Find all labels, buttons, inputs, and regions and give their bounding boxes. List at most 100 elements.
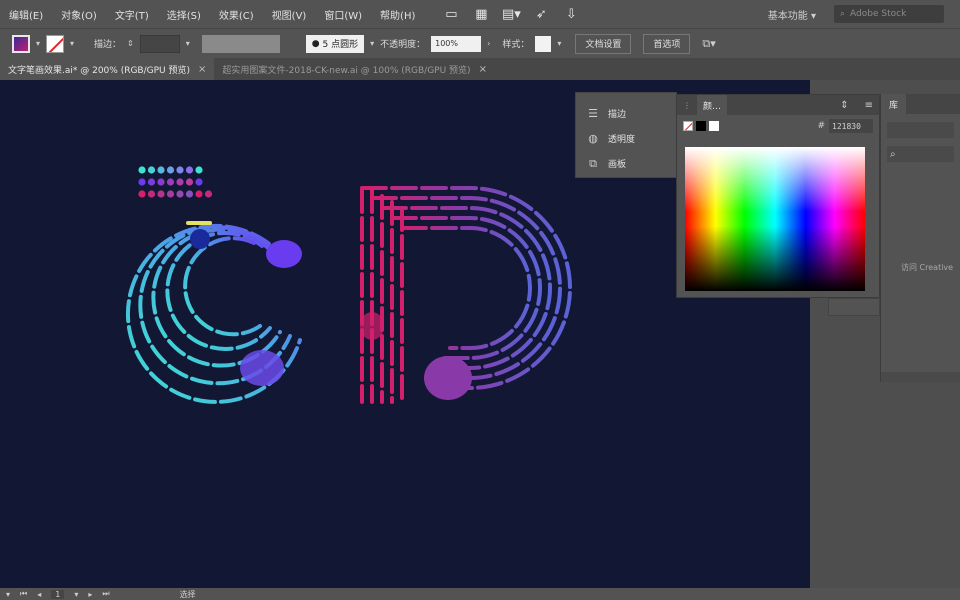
library-dropdown[interactable] [887,122,954,138]
swatch-dot [147,190,156,198]
c-brush-blob-bottom [240,350,284,386]
stroke-weight-field[interactable] [139,34,180,53]
tab-color[interactable]: 颜… [697,95,728,115]
library-hint-text: 访问 Creative [901,263,954,272]
status-bar: ▾ ⏮ ◂ 1 ▾ ▸ ⏭ 选择 [0,588,960,600]
tab-libraries[interactable]: 库 [881,94,907,114]
artboard-number-field[interactable]: 1 [51,589,65,599]
tab-pattern-document[interactable]: 超实用图案文件-2018-CK-new.ai @ 100% (RGB/GPU 预… [214,58,495,80]
workspace-switcher[interactable]: 基本功能 ▾ [768,7,816,22]
swatch-dot [185,166,194,174]
close-icon[interactable]: × [479,64,487,75]
black-swatch[interactable] [696,121,706,131]
stroke-lines-icon: ☰ [588,107,598,120]
opacity-label: 不透明度： [380,40,426,50]
control-bar: ▾ ▾ 描边： ⇕ ▾ ● 5 点圆形 ▾ 不透明度： 100% › 样式： ▾… [0,28,960,58]
preferences-button[interactable]: 首选项 [643,33,691,54]
stock-search-input[interactable]: ⌕ Adobe Stock [834,5,944,23]
artboard-icon: ⧉ [589,156,597,170]
chevron-down-icon[interactable]: ▾ [74,590,78,599]
swatch-dot [166,190,175,198]
menu-effect[interactable]: 效果(C) [210,7,263,22]
menu-select[interactable]: 选择(S) [158,7,210,22]
swatch-dot [166,178,175,186]
libraries-panel: 库 ⌕ 访问 Creative [880,94,960,382]
color-spectrum[interactable] [685,147,865,291]
prev-artboard-icon[interactable]: ◂ [37,590,41,599]
tab-active-document[interactable]: 文字笔画效果.ai* @ 200% (RGB/GPU 预览) × [0,58,215,80]
brush-dot-icon: ● [311,38,323,49]
document-setup-button[interactable]: 文档设置 [575,33,632,54]
chevron-down-icon[interactable]: ▾ [186,39,190,48]
graphic-style-swatch[interactable] [535,35,552,52]
chevron-down-icon[interactable]: ▾ [557,39,561,48]
menu-edit[interactable]: 编辑(E) [0,7,52,22]
color-panel-header: ⋮ 颜… ⇕ ≡ [677,95,879,115]
search-icon: ⌕ [890,148,896,160]
swatch-dot [138,166,146,174]
swatch-dot [176,178,184,186]
panel-stepper-icon[interactable]: ⇕ [840,100,848,111]
publish-icon[interactable]: ⇩ [562,5,580,23]
swatch-dot [157,166,165,174]
swatch-dot [195,178,203,186]
tab-label: 文字笔画效果.ai* @ 200% (RGB/GPU 预览) [8,65,190,76]
none-swatch[interactable] [683,121,693,131]
rocket-icon[interactable]: ➶ [532,5,550,23]
library-search-input[interactable]: ⌕ [887,146,954,162]
chevron-down-icon[interactable]: ▾ [370,39,374,48]
d-brush-blob [424,356,472,400]
swatch-dot [185,178,194,186]
color-swatch-row: # 121830 [677,115,879,137]
swatch-dot [185,190,194,198]
current-tool-name: 选择 [179,589,196,599]
bridge-icon[interactable]: ▭ [442,5,460,23]
close-icon[interactable]: × [198,64,206,75]
variable-width-profile[interactable] [201,34,280,53]
fill-swatch[interactable] [12,34,30,53]
chevron-right-icon[interactable]: › [487,39,490,48]
c-brush-blob-top [266,240,302,268]
swatch-dot [147,178,156,186]
stroke-swatch[interactable] [46,34,65,53]
panel-stroke-label: 描边 [608,110,627,120]
swatch-dot [176,166,184,174]
layout-grid-icon[interactable]: ▤▾ [502,5,521,23]
panel-transparency[interactable]: ◍ 透明度 [576,126,676,151]
menu-help[interactable]: 帮助(H) [371,7,424,22]
first-artboard-icon[interactable]: ⏮ [20,589,27,599]
swatch-dot [195,166,203,174]
swatch-dot [204,190,213,198]
panel-artboards-label: 画板 [608,160,627,170]
chevron-down-icon[interactable]: ▾ [6,590,10,599]
menu-window[interactable]: 窗口(W) [315,7,371,22]
swatch-dot [157,178,165,186]
arrange-documents-icon[interactable]: ▦ [472,5,490,23]
brush-definition-dropdown[interactable]: ● 5 点圆形 [305,34,365,53]
swatch-dot [138,190,146,198]
white-swatch[interactable] [709,121,719,131]
menu-object[interactable]: 对象(O) [52,7,106,22]
panel-transparency-label: 透明度 [608,135,636,145]
arrange-icon[interactable]: ⧉▾ [702,37,715,51]
collapsed-panel-list: ☰ 描边 ◍ 透明度 ⧉ 画板 [575,92,677,178]
menu-type[interactable]: 文字(T) [106,7,158,22]
swatch-dot [176,190,184,198]
last-artboard-icon[interactable]: ⏭ [102,589,109,599]
style-label: 样式： [502,40,530,50]
brush-value: 5 点圆形 [322,40,359,50]
panel-artboards[interactable]: ⧉ 画板 [576,151,676,176]
panel-menu-icon[interactable]: ≡ [865,100,873,111]
opacity-input[interactable]: 100% [431,35,482,52]
panel-stroke[interactable]: ☰ 描边 [576,101,676,126]
d-brush-blob-left [360,312,384,340]
menu-bar: 编辑(E) 对象(O) 文字(T) 选择(S) 效果(C) 视图(V) 窗口(W… [0,0,960,28]
next-artboard-icon[interactable]: ▸ [88,590,92,599]
tab-label: 超实用图案文件-2018-CK-new.ai @ 100% (RGB/GPU 预… [222,65,471,76]
chevron-down-icon[interactable]: ▾ [70,39,74,48]
grip-icon[interactable]: ⋮ [683,101,691,110]
hex-input[interactable]: 121830 [829,119,873,133]
chevron-down-icon[interactable]: ▾ [36,39,40,48]
stroke-stepper-icon[interactable]: ⇕ [127,39,134,48]
menu-view[interactable]: 视图(V) [263,7,316,22]
